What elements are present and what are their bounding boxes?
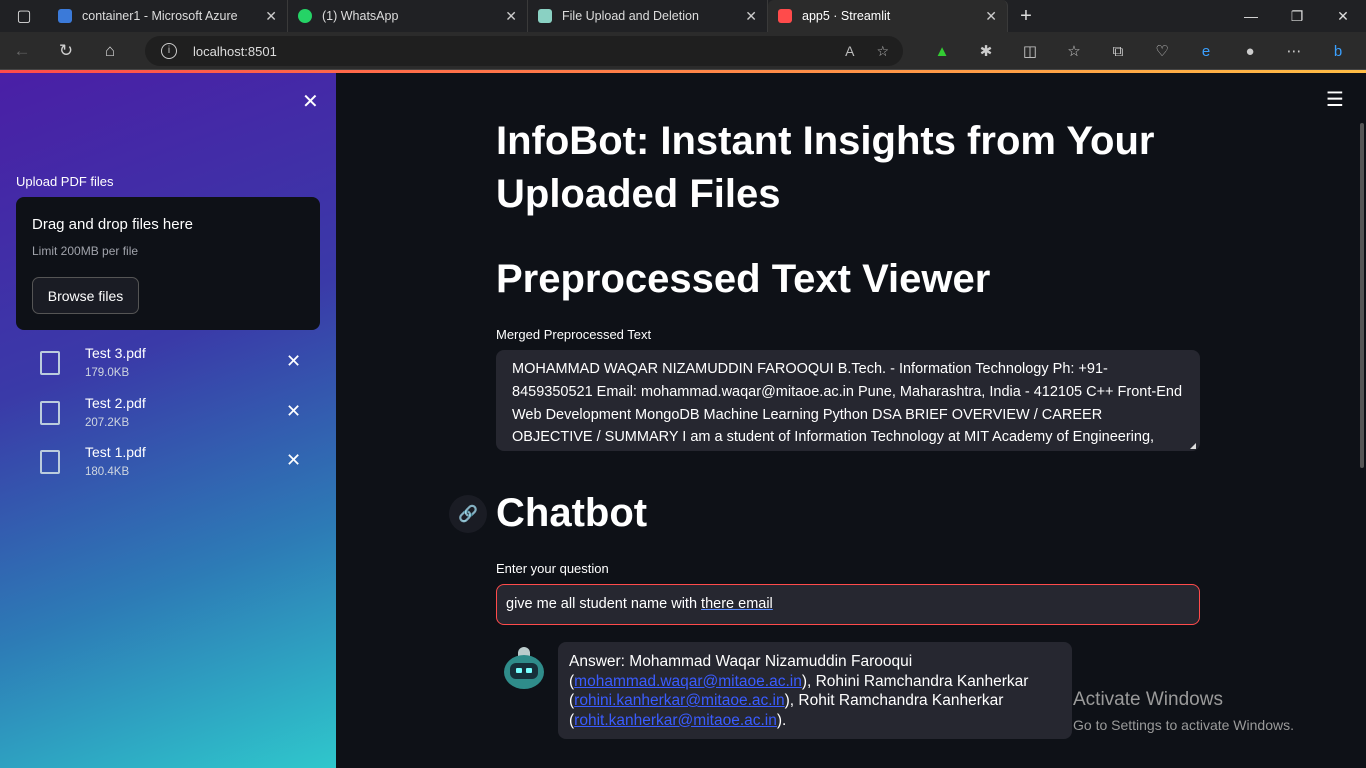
close-sidebar-icon[interactable]: ✕ — [302, 89, 319, 114]
window-controls: — ❐ ✕ — [1228, 0, 1366, 32]
collections-icon[interactable]: ⧉ — [1096, 43, 1140, 60]
activate-windows-watermark: Activate Windows Go to Settings to activ… — [1073, 689, 1294, 733]
tab-azure[interactable]: container1 - Microsoft Azure ✕ — [48, 0, 288, 32]
email-link[interactable]: rohini.kanherkar@mitaoe.ac.in — [574, 692, 784, 709]
address-toolbar: ← ↻ ⌂ i localhost:8501 A ☆ ▲ ✱ ◫ ☆ ⧉ ♡ e… — [0, 32, 1366, 70]
tab-title: app5 · Streamlit — [802, 9, 891, 23]
watermark-subtitle: Go to Settings to activate Windows. — [1073, 717, 1294, 733]
bot-avatar — [504, 647, 544, 691]
whatsapp-icon — [298, 9, 312, 23]
split-screen-icon[interactable]: ◫ — [1008, 42, 1052, 60]
performance-icon[interactable]: ♡ — [1140, 42, 1184, 60]
site-info-icon[interactable]: i — [161, 43, 177, 59]
extensions-icon[interactable]: ✱ — [964, 42, 1008, 60]
tab-streamlit[interactable]: app5 · Streamlit ✕ — [768, 0, 1008, 32]
delete-file-icon[interactable]: ✕ — [286, 401, 301, 422]
tab-actions-icon[interactable]: ▢ — [0, 0, 48, 32]
close-tab-icon[interactable]: ✕ — [745, 8, 757, 25]
refresh-icon[interactable]: ↻ — [44, 41, 88, 61]
bot-eye — [516, 668, 522, 673]
tab-file-upload[interactable]: File Upload and Deletion ✕ — [528, 0, 768, 32]
merged-text-label: Merged Preprocessed Text — [496, 327, 652, 342]
close-tab-icon[interactable]: ✕ — [985, 8, 997, 25]
restore-icon[interactable]: ❐ — [1274, 0, 1320, 32]
close-tab-icon[interactable]: ✕ — [505, 8, 517, 25]
answer-bubble: Answer: Mohammad Waqar Nizamuddin Farooq… — [558, 642, 1072, 739]
chatbot-heading: Chatbot — [496, 491, 648, 535]
main-content: ☰ InfoBot: Instant Insights from Your Up… — [336, 73, 1366, 768]
tab-title: container1 - Microsoft Azure — [82, 9, 238, 23]
merged-text-area[interactable]: MOHAMMAD WAQAR NIZAMUDDIN FAROOQUI B.Tec… — [496, 350, 1200, 451]
question-label: Enter your question — [496, 561, 609, 576]
bot-eye — [526, 668, 532, 673]
back-icon[interactable]: ← — [0, 41, 44, 61]
uploaded-file-item: Test 3.pdf 179.0KB ✕ — [36, 345, 316, 385]
url-text: localhost:8501 — [193, 43, 277, 59]
anchor-link-icon[interactable]: 🔗 — [449, 495, 487, 533]
question-input[interactable]: give me all student name with there emai… — [496, 584, 1200, 625]
read-aloud-icon[interactable]: A — [845, 43, 854, 60]
delete-file-icon[interactable]: ✕ — [286, 450, 301, 471]
minimize-icon[interactable]: — — [1228, 0, 1274, 32]
dropzone-limit: Limit 200MB per file — [32, 244, 139, 258]
browser-tab-bar: ▢ container1 - Microsoft Azure ✕ (1) Wha… — [0, 0, 1366, 32]
chatgpt-icon — [538, 9, 552, 23]
streamlit-icon — [778, 9, 792, 23]
scrollbar[interactable] — [1360, 123, 1364, 468]
dropzone-title: Drag and drop files here — [32, 216, 193, 233]
file-size: 180.4KB — [85, 466, 130, 478]
delete-file-icon[interactable]: ✕ — [286, 351, 301, 372]
home-icon[interactable]: ⌂ — [88, 41, 132, 61]
profile-avatar[interactable]: ● — [1228, 43, 1272, 60]
question-text: give me all student name with — [506, 596, 702, 612]
file-icon — [40, 450, 60, 474]
hamburger-menu-icon[interactable]: ☰ — [1326, 87, 1344, 112]
email-link[interactable]: mohammad.waqar@mitaoe.ac.in — [574, 673, 802, 690]
browse-files-button[interactable]: Browse files — [32, 277, 139, 314]
question-text-underlined: there email — [701, 596, 773, 612]
sidebar: ✕ Upload PDF files Drag and drop files h… — [0, 73, 336, 768]
tab-title: File Upload and Deletion — [562, 9, 699, 23]
file-name: Test 3.pdf — [85, 345, 146, 361]
favorite-star-icon[interactable]: ☆ — [876, 43, 889, 60]
file-icon — [40, 401, 60, 425]
file-dropzone[interactable]: Drag and drop files here Limit 200MB per… — [16, 197, 320, 330]
watermark-title: Activate Windows — [1073, 689, 1223, 710]
email-link[interactable]: rohit.kanherkar@mitaoe.ac.in — [574, 712, 777, 729]
uploaded-file-item: Test 2.pdf 207.2KB ✕ — [36, 395, 316, 435]
viewer-heading: Preprocessed Text Viewer — [496, 257, 991, 301]
file-size: 179.0KB — [85, 367, 130, 379]
file-name: Test 1.pdf — [85, 444, 146, 460]
url-bar[interactable]: i localhost:8501 A ☆ — [145, 36, 903, 66]
file-size: 207.2KB — [85, 417, 130, 429]
close-window-icon[interactable]: ✕ — [1320, 0, 1366, 32]
edge-icon[interactable]: e — [1184, 43, 1228, 60]
uploaded-file-item: Test 1.pdf 180.4KB ✕ — [36, 444, 316, 484]
bot-face — [510, 663, 538, 679]
tab-title: (1) WhatsApp — [322, 9, 399, 23]
upload-label: Upload PDF files — [16, 174, 114, 189]
file-icon — [40, 351, 60, 375]
azure-icon — [58, 9, 72, 23]
extension-alert-icon[interactable]: ▲ — [920, 43, 964, 60]
close-tab-icon[interactable]: ✕ — [265, 8, 277, 25]
resize-handle[interactable] — [1190, 443, 1196, 449]
favorites-icon[interactable]: ☆ — [1052, 42, 1096, 60]
answer-text: ). — [776, 711, 787, 729]
file-name: Test 2.pdf — [85, 395, 146, 411]
more-options-icon[interactable]: ⋯ — [1272, 42, 1316, 60]
merged-text: MOHAMMAD WAQAR NIZAMUDDIN FAROOQUI B.Tec… — [512, 361, 1183, 446]
browser-tools: ▲ ✱ ◫ ☆ ⧉ ♡ e ● ⋯ b — [920, 32, 1360, 70]
page-title: InfoBot: Instant Insights from Your Uplo… — [496, 119, 1155, 216]
new-tab-icon[interactable]: + — [1008, 5, 1044, 28]
tab-whatsapp[interactable]: (1) WhatsApp ✕ — [288, 0, 528, 32]
bing-copilot-icon[interactable]: b — [1316, 43, 1360, 60]
